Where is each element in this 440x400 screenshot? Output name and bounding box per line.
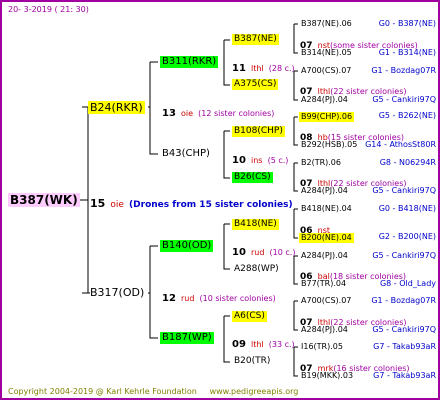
pedigree-frame: 20- 3-2019 ( 21: 30) B387(WK) 15 oie (Dr… [0, 0, 440, 400]
g3-queen-a288wp[interactable]: A288(WP) [234, 265, 279, 274]
g4-breeder-code: G1 - Bozdag07R [371, 296, 436, 305]
g4-breeder-code: G0 - B418(NE) [378, 204, 436, 213]
g2-count: 10 [232, 247, 246, 258]
g2-production: rud [251, 248, 265, 257]
g2-queen-b187[interactable]: B187(WP) [160, 332, 214, 344]
g2-note: (5 c.) [267, 156, 289, 165]
g4-breeder-code: G7 - Takab93aR [373, 371, 436, 380]
g4-breeder-code: G5 - Cankiri97Q [372, 251, 436, 260]
g4-breeder-code: G8 - Old_Lady [379, 279, 436, 288]
g4-breeder-code: G0 - B387(NE) [378, 19, 436, 28]
g1-info-b317: 12 rud (10 sister colonies) [162, 288, 276, 304]
g1-note: (10 sister colonies) [199, 294, 276, 303]
g4-queen-name[interactable]: B2(TR).06 [301, 159, 341, 167]
g2-info-b187: 09 lthl (33 c.) [232, 334, 295, 350]
copyright-text: Copyright 2004-2019 @ Karl Kehrle Founda… [8, 387, 197, 396]
g4-queen-name[interactable]: A284(PJ).04 [301, 187, 348, 195]
g4-breeder-code: G5 - Cankiri97Q [372, 325, 436, 334]
g4-queen-name[interactable]: A700(CS).07 [301, 67, 351, 75]
root-production: oie [110, 200, 124, 210]
g2-note: (33 c.) [268, 340, 295, 349]
root-info: 15 oie (Drones from 15 sister colonies) [90, 194, 293, 210]
g1-queen-b317[interactable]: B317(OD) [90, 287, 144, 298]
g4-queen-name[interactable]: B387(NE).06 [301, 20, 352, 28]
g4-queen-name[interactable]: B99(CHP).06 [299, 112, 355, 122]
g3-queen-a375cs[interactable]: A375(CS) [232, 79, 279, 90]
g4-queen-name[interactable]: A284(PJ).04 [301, 326, 348, 334]
footer-copyright: Copyright 2004-2019 @ Karl Kehrle Founda… [8, 388, 298, 396]
g2-info-b311: 11 lthl (28 c.) [232, 58, 295, 74]
g4-queen-name[interactable]: B200(NE).04 [299, 233, 354, 243]
g4-breeder-code: G5 - Cankiri97Q [372, 95, 436, 104]
g4-queen-name[interactable]: B19(MKK).03 [301, 372, 353, 380]
g4-breeder-code: G5 - B262(NE) [378, 111, 436, 120]
footer-site-link[interactable]: www.pedigreeapis.org [210, 387, 299, 396]
generation-date: 20- 3-2019 ( 21: 30) [8, 5, 89, 14]
g2-info-b140: 10 rud (10 c.) [232, 242, 295, 258]
g2-note: (28 c.) [268, 64, 295, 73]
g4-queen-name[interactable]: B418(NE).04 [301, 205, 352, 213]
root-note: (Drones from 15 sister colonies) [129, 200, 293, 210]
g2-info-b43: 10 ins (5 c.) [232, 150, 288, 166]
g4-breeder-code: G1 - B314(NE) [378, 48, 436, 57]
g1-count: 12 [162, 293, 176, 304]
g1-queen-b24[interactable]: B24(RKR) [88, 101, 145, 114]
g1-production: rud [181, 294, 195, 303]
g2-production: lthl [251, 340, 264, 349]
g4-queen-name[interactable]: A284(PJ).04 [301, 252, 348, 260]
g2-count: 11 [232, 63, 246, 74]
g4-breeder-code: G8 - N06294R [379, 158, 436, 167]
g4-breeder-code: G2 - B200(NE) [378, 232, 436, 241]
g4-queen-name[interactable]: A700(CS).07 [301, 297, 351, 305]
g4-breeder-code: G5 - Cankiri97Q [372, 186, 436, 195]
root-count: 15 [90, 197, 106, 210]
g1-info-b24: 13 oie (12 sister colonies) [162, 103, 274, 119]
g2-production: lthl [251, 64, 264, 73]
g2-queen-b311[interactable]: B311(RKR) [160, 56, 219, 68]
g1-production: oie [181, 109, 194, 118]
g4-breeder-code: G14 - AthosSt80R [365, 140, 436, 149]
g3-queen-b387ne[interactable]: B387(NE) [232, 34, 279, 45]
g4-queen-name[interactable]: B292(HSB).05 [301, 141, 357, 149]
root-queen-label[interactable]: B387(WK) [8, 193, 80, 207]
g2-note: (10 c.) [269, 248, 296, 257]
g4-queen-name[interactable]: B77(TR).04 [301, 280, 346, 288]
g4-queen-name[interactable]: I16(TR).05 [301, 343, 343, 351]
g3-queen-b418ne[interactable]: B418(NE) [232, 219, 279, 230]
g2-count: 09 [232, 339, 246, 350]
g1-count: 13 [162, 108, 176, 119]
g3-queen-b20tr[interactable]: B20(TR) [234, 357, 270, 366]
g3-queen-b26cs[interactable]: B26(CS) [232, 172, 273, 183]
g4-queen-name[interactable]: B314(NE).05 [301, 49, 352, 57]
g4-breeder-code: G1 - Bozdag07R [371, 66, 436, 75]
g3-queen-b108chp[interactable]: B108(CHP) [232, 126, 285, 137]
g4-breeder-code: G7 - Takab93aR [373, 342, 436, 351]
g1-note: (12 sister colonies) [198, 109, 275, 118]
g2-queen-b140[interactable]: B140(OD) [160, 240, 214, 252]
g2-production: ins [251, 156, 263, 165]
g2-count: 10 [232, 155, 246, 166]
g4-queen-name[interactable]: A284(PJ).04 [301, 96, 348, 104]
g3-queen-a6cs[interactable]: A6(CS) [232, 311, 267, 322]
g2-queen-b43[interactable]: B43(CHP) [162, 149, 210, 159]
